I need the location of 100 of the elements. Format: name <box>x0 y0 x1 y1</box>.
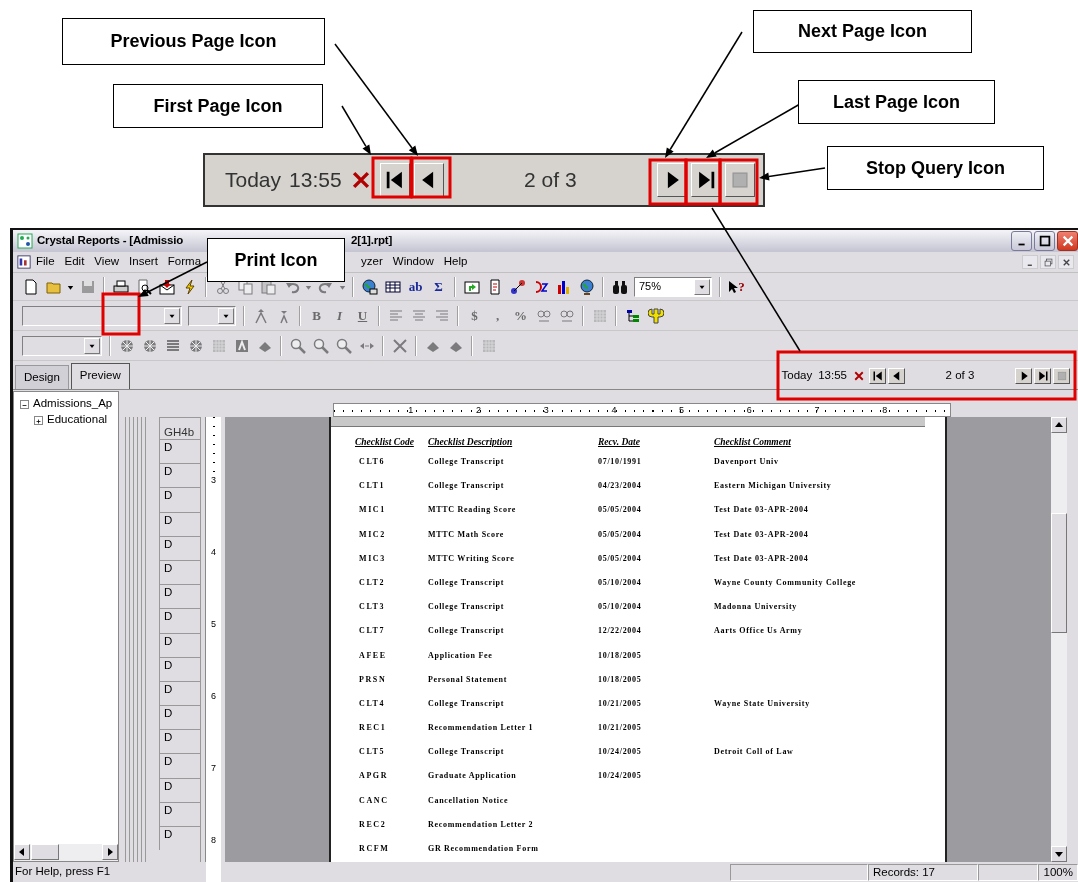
horizontal-scrollbar[interactable] <box>14 844 118 861</box>
table-cell-text: Eastern Michigan University <box>714 480 833 493</box>
table-cell-text: 05/05/2004 <box>598 552 643 565</box>
page-counter: 2 of 3 <box>523 167 578 194</box>
envelope-icon[interactable] <box>158 278 175 295</box>
table-cell-text: College Transcript <box>428 601 506 614</box>
column-header: Checklist Comment <box>714 436 792 449</box>
table-icon[interactable] <box>384 278 401 295</box>
zoom-level: 100% <box>1038 863 1078 881</box>
tab[interactable]: Design <box>15 364 69 389</box>
table-cell-text: Davenport Univ <box>714 456 780 468</box>
zoom-field[interactable]: 75% <box>634 276 712 297</box>
table-cell-text: CANC <box>358 794 390 807</box>
first-page-button[interactable] <box>379 163 410 197</box>
ruler-number: 8 <box>882 404 889 416</box>
table-cell-text: Test Date 03-APR-2004 <box>714 552 810 565</box>
section-label[interactable]: D <box>159 511 200 536</box>
record-count: Records: 17 <box>868 863 978 881</box>
table-cell-text: 07/10/1991 <box>598 456 643 468</box>
section-label[interactable]: D <box>159 826 200 851</box>
previous-page-button[interactable] <box>413 163 444 197</box>
tab[interactable]: Preview <box>70 362 130 389</box>
section-label[interactable]: D <box>159 680 200 706</box>
tree-item[interactable]: Educational <box>47 411 108 429</box>
callout-label: Next Page Icon <box>753 10 972 53</box>
section-label[interactable]: D <box>159 801 200 826</box>
table-cell-text: CLT5 <box>358 746 387 759</box>
section-label[interactable]: D <box>159 535 200 560</box>
nodes-icon[interactable] <box>509 278 526 295</box>
table-cell-text: AFEE <box>358 649 388 662</box>
wrench-icon[interactable] <box>647 307 664 324</box>
up-arrow-icon[interactable] <box>1055 421 1063 429</box>
expander-icon[interactable] <box>34 415 43 425</box>
format-button[interactable]: ab <box>404 275 427 298</box>
stop-query-button[interactable] <box>725 163 755 197</box>
globe-link-icon[interactable] <box>361 278 378 295</box>
section-label[interactable]: D <box>159 656 200 681</box>
tree-item[interactable]: Admissions_Ap <box>33 395 113 413</box>
callout-label: Stop Query Icon <box>827 146 1044 190</box>
tree-icon[interactable] <box>624 307 641 324</box>
menu-item[interactable]: View <box>89 253 125 271</box>
table-cell-text: MIC2 <box>358 528 387 541</box>
table-cell-text: MTTC Writing Score <box>428 552 516 565</box>
table-cell-text: REC1 <box>358 722 388 735</box>
table-cell-text: College Transcript <box>428 625 506 638</box>
section-label[interactable]: D <box>159 608 200 633</box>
column-header: Checklist Description <box>428 436 514 449</box>
page-icon[interactable] <box>22 278 39 295</box>
menu-item[interactable]: Edit <box>59 253 90 271</box>
bar-chart-icon[interactable] <box>555 278 572 295</box>
section-label[interactable]: D <box>159 463 200 488</box>
table-cell-text: APGR <box>358 770 390 783</box>
next-page-button[interactable] <box>657 163 687 197</box>
printer-icon[interactable] <box>112 278 129 295</box>
date-label: Today <box>781 368 813 384</box>
table-cell-text: 05/05/2004 <box>598 528 643 541</box>
document-menu-icon[interactable] <box>17 255 31 269</box>
help-button[interactable]: ? <box>725 275 748 298</box>
menu-item[interactable]: File <box>31 253 60 271</box>
section-label[interactable]: GH4b <box>159 417 200 439</box>
table-cell-text: 05/10/2004 <box>598 601 643 614</box>
callout-label: Last Page Icon <box>798 80 995 124</box>
table-cell-text: 10/18/2005 <box>598 649 643 662</box>
menu-item[interactable]: Window <box>387 253 439 271</box>
menu-item[interactable]: Forma <box>162 253 207 271</box>
globe-icon[interactable] <box>578 278 595 295</box>
section-label[interactable]: D <box>159 559 200 585</box>
section-label[interactable]: D <box>159 777 200 802</box>
callout-label: Previous Page Icon <box>62 18 325 65</box>
table-cell-text: College Transcript <box>428 746 506 759</box>
section-label[interactable]: D <box>159 753 200 778</box>
table-cell-text: MTTC Math Score <box>428 528 506 541</box>
menu-item[interactable]: yzer <box>356 253 388 271</box>
menu-item[interactable]: Help <box>438 253 473 271</box>
last-page-button[interactable] <box>691 163 721 197</box>
table-cell-text: Wayne County Community College <box>714 576 858 589</box>
down-arrow-icon[interactable] <box>1055 850 1063 858</box>
binoculars-icon[interactable] <box>611 278 628 295</box>
window-title: Crystal Reports - [Admissio <box>37 233 184 249</box>
table-cell-text: MTTC Reading Score <box>428 504 517 517</box>
table-cell-text: Cancellation Notice <box>428 794 510 807</box>
table-cell-text: Application Fee <box>428 649 494 662</box>
section-label[interactable]: D <box>159 487 200 512</box>
section-label[interactable]: D <box>159 705 200 730</box>
table-cell-text: College Transcript <box>428 697 506 710</box>
ruler-number: 1 <box>408 404 415 416</box>
vertical-scrollbar[interactable] <box>1051 417 1067 862</box>
section-label[interactable]: D <box>159 584 200 609</box>
ruler-number: 3 <box>543 404 550 416</box>
table-cell-text: CLT1 <box>358 480 387 493</box>
expander-icon[interactable] <box>20 399 29 409</box>
format-button[interactable]: Σ <box>427 275 450 298</box>
menu-item[interactable]: Insert <box>124 253 163 271</box>
table-cell-text: GR Recommendation Form <box>428 843 540 855</box>
section-label[interactable]: D <box>159 632 200 657</box>
ruler-number: 4 <box>611 404 618 416</box>
right-arrow-icon[interactable] <box>106 848 114 856</box>
section-label[interactable]: D <box>159 729 200 754</box>
left-arrow-icon[interactable] <box>18 848 26 856</box>
section-label[interactable]: D <box>159 439 200 464</box>
